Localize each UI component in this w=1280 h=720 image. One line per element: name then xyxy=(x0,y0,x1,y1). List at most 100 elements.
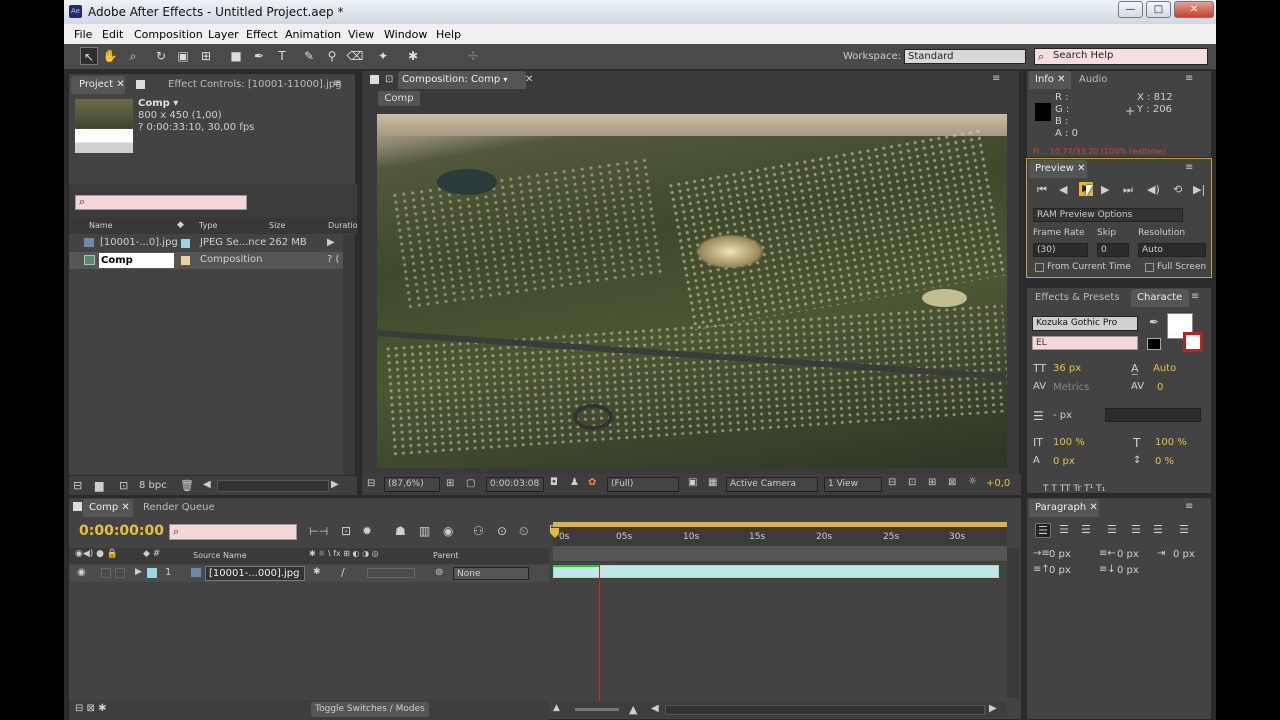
minimize-button[interactable]: — xyxy=(1118,1,1143,18)
toggle-switches-modes-button[interactable]: Toggle Switches / Modes xyxy=(311,702,429,717)
view-layout-select[interactable]: 1 View xyxy=(824,477,882,492)
zoom-tool-icon[interactable]: ⌕ xyxy=(124,47,142,65)
align-left-icon[interactable]: ☰ xyxy=(1035,523,1051,538)
menu-view[interactable]: View xyxy=(348,28,374,41)
align-center-icon[interactable]: ☰ xyxy=(1059,523,1069,536)
rectangle-tool-icon[interactable]: ■ xyxy=(227,47,245,65)
grid-icon[interactable]: ⊞ xyxy=(446,478,454,489)
leading-value[interactable]: Auto xyxy=(1153,363,1176,374)
tab-timeline-comp[interactable]: Comp ✕ xyxy=(83,499,133,517)
close-button[interactable]: ✕ xyxy=(1174,1,1214,18)
black-swatch[interactable] xyxy=(1147,338,1161,350)
parent-select[interactable]: None xyxy=(453,567,529,580)
column-type[interactable]: Type xyxy=(199,221,217,230)
time-ruler[interactable]: 0s 05s 10s 15s 20s 25s 30s xyxy=(551,522,1007,562)
last-frame-icon[interactable]: ⏭ xyxy=(1123,183,1133,197)
from-current-time-checkbox[interactable] xyxy=(1035,263,1044,272)
baseline-shift-value[interactable]: 0 px xyxy=(1053,456,1075,467)
menu-window[interactable]: Window xyxy=(384,28,427,41)
transparency-grid-icon[interactable]: ▦ xyxy=(708,477,717,488)
panel-menu-icon[interactable]: ≡ xyxy=(333,78,341,89)
tab-render-queue[interactable]: Render Queue xyxy=(143,499,215,517)
axis-mode-icon[interactable]: ✣ xyxy=(464,47,482,65)
exposure-icon[interactable]: ☼ xyxy=(968,476,977,487)
snapshot-icon[interactable]: ◘ xyxy=(550,477,558,488)
font-style-select[interactable]: EL xyxy=(1032,336,1138,350)
ram-preview-icon[interactable]: ▶| xyxy=(1193,183,1205,196)
zoom-slider[interactable] xyxy=(575,708,619,711)
maximize-button[interactable]: □ xyxy=(1146,1,1171,18)
justify-all-icon[interactable]: ☰ xyxy=(1179,523,1189,536)
graph-editor-icon[interactable]: ⊙ xyxy=(497,524,507,538)
menu-layer[interactable]: Layer xyxy=(208,28,239,41)
work-area-bar[interactable] xyxy=(553,522,1007,527)
tab-audio[interactable]: Audio xyxy=(1079,71,1107,89)
horizontal-scrollbar[interactable] xyxy=(217,480,329,492)
text-style-buttons[interactable]: T T TT Tr T¹ T₁ xyxy=(1043,484,1105,494)
column-parent[interactable]: Parent xyxy=(433,551,459,560)
row-name[interactable]: Comp xyxy=(99,253,174,268)
close-tab-icon[interactable]: ✕ xyxy=(525,74,533,85)
tsume-value[interactable]: 0 % xyxy=(1155,456,1174,467)
kerning-value[interactable]: Metrics xyxy=(1053,382,1089,393)
scroll-right-icon[interactable]: ▶ xyxy=(331,479,339,490)
project-search-input[interactable] xyxy=(75,195,247,210)
expand-layer-icon[interactable]: ▶ xyxy=(135,567,142,577)
indent-left-value[interactable]: 0 px xyxy=(1049,549,1071,560)
previous-frame-icon[interactable]: ◀ xyxy=(1059,183,1067,196)
motion-blur-icon[interactable]: ◉ xyxy=(443,524,453,538)
resolution-select[interactable]: Auto xyxy=(1138,243,1206,257)
tab-effect-controls[interactable]: Effect Controls: [10001-11000].jpg xyxy=(168,76,342,94)
column-size[interactable]: Size xyxy=(269,221,285,230)
flowchart-icon[interactable]: ⊠ xyxy=(948,477,956,488)
font-family-select[interactable]: Kozuka Gothic Pro xyxy=(1032,316,1138,331)
timeline-horizontal-scrollbar[interactable] xyxy=(665,705,985,715)
timeline-current-time[interactable]: 0:00:00:00 xyxy=(79,523,164,539)
current-time-field[interactable]: 0:00:03:08 xyxy=(486,477,544,492)
zoom-select[interactable]: (87,6%) xyxy=(384,477,440,492)
toggle-pixel-aspect-icon[interactable]: ⊟ xyxy=(888,477,896,488)
next-frame-icon[interactable]: ▶ xyxy=(1101,183,1109,196)
shy-switch-icon[interactable]: ✱ xyxy=(313,567,321,577)
tab-paragraph[interactable]: Paragraph ✕ xyxy=(1029,499,1099,517)
loop-icon[interactable]: ⟲ xyxy=(1173,183,1182,196)
first-line-indent-value[interactable]: 0 px xyxy=(1173,549,1195,560)
menu-file[interactable]: File xyxy=(74,28,92,41)
tracking-value[interactable]: 0 xyxy=(1157,382,1163,393)
current-time-indicator[interactable] xyxy=(551,528,559,538)
draft-3d-icon[interactable]: ✹ xyxy=(362,524,372,538)
solo-toggle[interactable] xyxy=(115,568,125,578)
menu-effect[interactable]: Effect xyxy=(246,28,278,41)
tab-effects-presets[interactable]: Effects & Presets xyxy=(1035,289,1120,307)
interpret-footage-icon[interactable]: ⊟ xyxy=(73,479,82,492)
panel-menu-icon[interactable]: ≡ xyxy=(1185,73,1193,84)
quality-switch-icon[interactable]: / xyxy=(341,566,345,579)
full-screen-checkbox[interactable] xyxy=(1145,263,1154,272)
pen-tool-icon[interactable]: ✒ xyxy=(250,47,268,65)
roto-brush-tool-icon[interactable]: ✦ xyxy=(374,47,392,65)
bit-depth-button[interactable]: 8 bpc xyxy=(139,480,167,491)
hand-tool-icon[interactable]: ✋ xyxy=(101,47,119,65)
timer-icon[interactable]: ⏲ xyxy=(519,524,528,539)
tab-info[interactable]: Info ✕ xyxy=(1029,71,1071,89)
skip-select[interactable]: 0 xyxy=(1097,243,1129,257)
frame-rate-select[interactable]: (30) xyxy=(1033,243,1088,257)
font-size-value[interactable]: 36 px xyxy=(1053,363,1081,374)
timeline-icon[interactable]: ⊞ xyxy=(928,477,936,488)
scroll-right-icon[interactable]: ▶ xyxy=(989,703,997,714)
region-of-interest-icon[interactable]: ▣ xyxy=(688,477,697,488)
menu-help[interactable]: Help xyxy=(436,28,461,41)
fast-previews-icon[interactable]: ⊡ xyxy=(908,477,916,488)
stroke-style-select[interactable] xyxy=(1105,408,1201,422)
timeline-scrollbar[interactable] xyxy=(1007,548,1019,698)
tab-character[interactable]: Characte xyxy=(1131,289,1189,307)
menu-composition[interactable]: Composition xyxy=(134,28,203,41)
justify-center-icon[interactable]: ☰ xyxy=(1131,523,1141,536)
table-row[interactable]: Comp Composition ? ( xyxy=(69,252,343,269)
eyedropper-icon[interactable]: ✒ xyxy=(1149,315,1159,329)
mask-icon[interactable]: ▢ xyxy=(466,478,475,489)
indent-right-value[interactable]: 0 px xyxy=(1117,549,1139,560)
menu-animation[interactable]: Animation xyxy=(285,28,341,41)
puppet-tool-icon[interactable]: ✱ xyxy=(404,47,422,65)
space-before-value[interactable]: 0 px xyxy=(1049,565,1071,576)
